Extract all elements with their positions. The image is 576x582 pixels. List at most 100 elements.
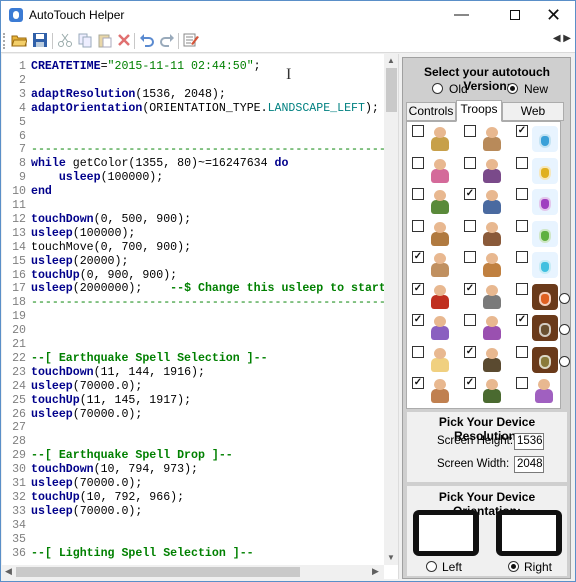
minimize-button[interactable]: — — [439, 1, 484, 29]
code-text[interactable]: usleep(20000); — [31, 255, 128, 269]
code-text[interactable]: usleep(100000); — [31, 227, 135, 241]
troop-checkbox[interactable] — [516, 156, 528, 169]
redo-icon[interactable] — [159, 32, 175, 48]
code-text[interactable]: end — [31, 185, 52, 199]
troop-checkbox[interactable] — [464, 125, 476, 137]
scroll-left-arrow-icon[interactable]: ◀ — [5, 566, 12, 577]
code-line[interactable]: 15 usleep(20000); — [2, 255, 384, 269]
code-line[interactable]: 27 — [2, 421, 384, 435]
toolbar-grip[interactable] — [3, 33, 5, 49]
version-new-radio[interactable] — [507, 83, 518, 94]
troop-checkbox[interactable] — [516, 219, 528, 232]
troop-checkbox[interactable] — [464, 345, 476, 358]
troop-checkbox[interactable] — [412, 188, 424, 200]
troop-checkbox[interactable] — [464, 219, 476, 232]
code-text[interactable]: usleep(100000); — [31, 171, 163, 185]
troop-checkbox[interactable] — [516, 314, 528, 326]
code-text[interactable]: touchDown(10, 794, 973); — [31, 463, 198, 477]
code-text[interactable]: usleep(70000.0); — [31, 477, 142, 491]
code-text[interactable]: adaptOrientation(ORIENTATION_TYPE.LANDSC… — [31, 102, 379, 116]
code-text[interactable]: touchDown(11, 144, 1916); — [31, 366, 205, 380]
tab-troops[interactable]: Troops — [456, 100, 502, 122]
copy-icon[interactable] — [77, 32, 93, 48]
troop-checkbox[interactable] — [412, 345, 424, 358]
troop-checkbox[interactable] — [516, 251, 528, 263]
code-line[interactable]: 20 — [2, 324, 384, 338]
version-old-radio[interactable] — [432, 83, 443, 94]
code-line[interactable]: 35 — [2, 533, 384, 547]
undo-icon[interactable] — [139, 32, 155, 48]
code-line[interactable]: 2 — [2, 74, 384, 88]
code-line[interactable]: 21 — [2, 338, 384, 352]
code-editor[interactable]: 1 CREATETIME="2015-11-11 02:44:50"; 2 3 adap… — [2, 54, 399, 579]
code-line[interactable]: 30 touchDown(10, 794, 973); — [2, 463, 384, 477]
code-text[interactable]: usleep(70000.0); — [31, 380, 142, 394]
code-line[interactable]: 34 — [2, 519, 384, 533]
code-text[interactable]: --[ Earthquake Spell Selection ]-- — [31, 352, 268, 366]
code-line[interactable]: 3 adaptResolution(1536, 2048); — [2, 88, 384, 102]
orientation-right-radio[interactable] — [508, 561, 519, 572]
code-text[interactable]: usleep(70000.0); — [31, 505, 142, 519]
code-line[interactable]: 13 usleep(100000); — [2, 227, 384, 241]
troop-checkbox[interactable] — [464, 188, 476, 200]
code-text[interactable]: while getColor(1355, 80)~=16247634 do — [31, 157, 288, 171]
vertical-scrollbar[interactable]: ▲ ▼ — [384, 54, 398, 565]
save-icon[interactable] — [32, 32, 48, 48]
horizontal-scroll-thumb[interactable] — [16, 567, 300, 577]
code-line[interactable]: 9 usleep(100000); — [2, 171, 384, 185]
troop-checkbox[interactable] — [412, 377, 424, 389]
code-line[interactable]: 29 --[ Earthquake Spell Drop ]-- — [2, 449, 384, 463]
code-line[interactable]: 11 — [2, 199, 384, 213]
code-line[interactable]: 36 --[ Lighting Spell Selection ]-- — [2, 547, 384, 561]
vertical-scroll-thumb[interactable] — [386, 68, 397, 112]
troop-checkbox[interactable] — [412, 125, 424, 137]
troop-checkbox[interactable] — [412, 219, 424, 232]
code-line[interactable]: 23 touchDown(11, 144, 1916); — [2, 366, 384, 380]
paste-icon[interactable] — [97, 32, 113, 48]
troop-checkbox[interactable] — [516, 377, 528, 389]
code-line[interactable]: 24 usleep(70000.0); — [2, 380, 384, 394]
cut-icon[interactable] — [57, 32, 73, 48]
code-line[interactable]: 14 touchMove(0, 700, 900); — [2, 241, 384, 255]
code-text[interactable]: ----------------------------------------… — [31, 296, 398, 310]
code-line[interactable]: 25 touchUp(11, 145, 1917); — [2, 394, 384, 408]
troop-checkbox[interactable] — [412, 282, 424, 295]
code-text[interactable]: CREATETIME="2015-11-11 02:44:50"; — [31, 60, 261, 74]
code-line[interactable]: 10 end — [2, 185, 384, 199]
open-folder-icon[interactable] — [11, 32, 27, 48]
code-line[interactable]: 19 — [2, 310, 384, 324]
spell-select-radio[interactable] — [559, 324, 570, 335]
code-line[interactable]: 16 touchUp(0, 900, 900); — [2, 269, 384, 283]
code-text[interactable]: ----------------------------------------… — [31, 143, 398, 157]
tablet-right-icon[interactable] — [496, 510, 562, 556]
troop-checkbox[interactable] — [412, 251, 424, 263]
troop-checkbox[interactable] — [464, 377, 476, 389]
code-line[interactable]: 1 CREATETIME="2015-11-11 02:44:50"; — [2, 60, 384, 74]
code-line[interactable]: 7 ---------------------------------------… — [2, 143, 398, 157]
troop-checkbox[interactable] — [516, 188, 528, 200]
code-line[interactable]: 18 --------------------------------------… — [2, 296, 398, 310]
code-line[interactable]: 6 — [2, 130, 384, 144]
code-text[interactable]: touchDown(0, 500, 900); — [31, 213, 191, 227]
spell-select-radio[interactable] — [559, 355, 570, 367]
code-text[interactable]: usleep(2000000); --$ Change this usleep … — [31, 282, 398, 296]
code-line[interactable]: 28 — [2, 435, 384, 449]
orientation-left-radio[interactable] — [426, 561, 437, 572]
code-text[interactable]: usleep(70000.0); — [31, 408, 142, 422]
title-bar[interactable]: AutoTouch Helper — ✕ — [1, 1, 575, 29]
code-text[interactable]: touchMove(0, 700, 900); — [31, 241, 191, 255]
code-line[interactable]: 4 adaptOrientation(ORIENTATION_TYPE.LANDS… — [2, 102, 384, 116]
close-button[interactable]: ✕ — [531, 1, 576, 29]
code-text[interactable]: touchUp(10, 792, 966); — [31, 491, 184, 505]
troop-checkbox[interactable] — [464, 314, 476, 326]
horizontal-scrollbar[interactable]: ◀ ▶ — [2, 565, 384, 579]
troop-checkbox[interactable] — [516, 345, 528, 358]
code-line[interactable]: 26 usleep(70000.0); — [2, 408, 384, 422]
troop-checkbox[interactable] — [412, 156, 424, 169]
spell-select-radio[interactable] — [559, 292, 570, 304]
code-text[interactable]: touchUp(0, 900, 900); — [31, 269, 177, 283]
code-line[interactable]: 8 while getColor(1355, 80)~=16247634 do — [2, 157, 384, 171]
tab-controls[interactable]: Controls — [406, 102, 456, 121]
scroll-right-arrow-icon[interactable]: ▶ — [372, 566, 379, 577]
delete-icon[interactable] — [116, 32, 132, 48]
